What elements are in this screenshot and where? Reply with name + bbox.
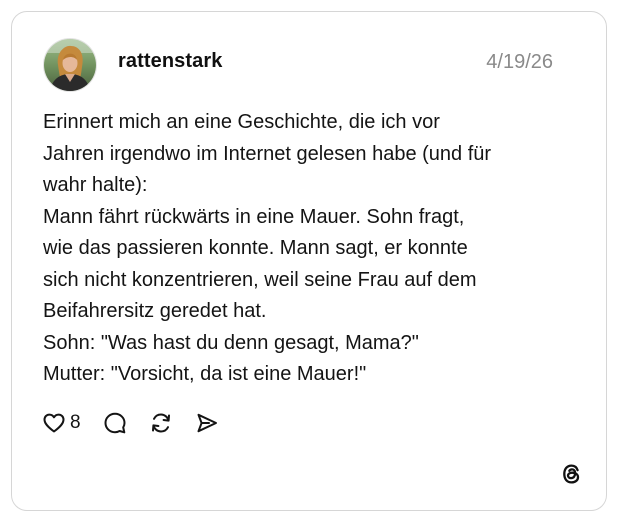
speech-bubble-icon [104, 412, 126, 434]
username[interactable]: rattenstark [118, 50, 222, 73]
like-count: 8 [70, 412, 81, 433]
send-icon [197, 413, 217, 433]
threads-logo-icon-graphic [563, 464, 580, 484]
like-button[interactable]: 8 [42, 411, 103, 435]
post-date: 4/19/26 [486, 51, 553, 73]
post-text-line: Jahren irgendwo im Internet gelesen habe… [43, 142, 492, 165]
share-button[interactable] [195, 411, 219, 435]
post-text-line: wie das passieren konnte. Mann sagt, er … [43, 237, 468, 259]
heart-icon [43, 413, 65, 433]
post-text-line: Mutter: "Vorsicht, da ist eine Mauer!" [43, 363, 367, 385]
comment-button[interactable] [103, 411, 127, 435]
post-text-line: Mann fährt rückwärts in eine Mauer. Sohn… [43, 205, 465, 228]
action-bar: 8 [42, 410, 219, 436]
post-text-line: Sohn: "Was hast du denn gesagt, Mama?" [43, 331, 419, 354]
post-text: Erinnert mich an eine Geschichte, die ic… [43, 107, 583, 391]
repost-button[interactable] [149, 411, 173, 435]
threads-logo-icon[interactable] [559, 461, 585, 487]
post-text-line: Beifahrersitz geredet hat. [43, 300, 267, 322]
repost-icon [151, 413, 170, 433]
post-text-line: Erinnert mich an eine Geschichte, die ic… [43, 111, 440, 133]
user-avatar-photo [44, 39, 96, 91]
avatar[interactable] [43, 38, 97, 92]
post-text-line: sich nicht konzentrieren, weil seine Fra… [43, 268, 477, 291]
post-text-line: wahr halte): [43, 174, 148, 196]
post-card: rattenstark 4/19/26 Erinnert mich an ein… [11, 11, 607, 511]
